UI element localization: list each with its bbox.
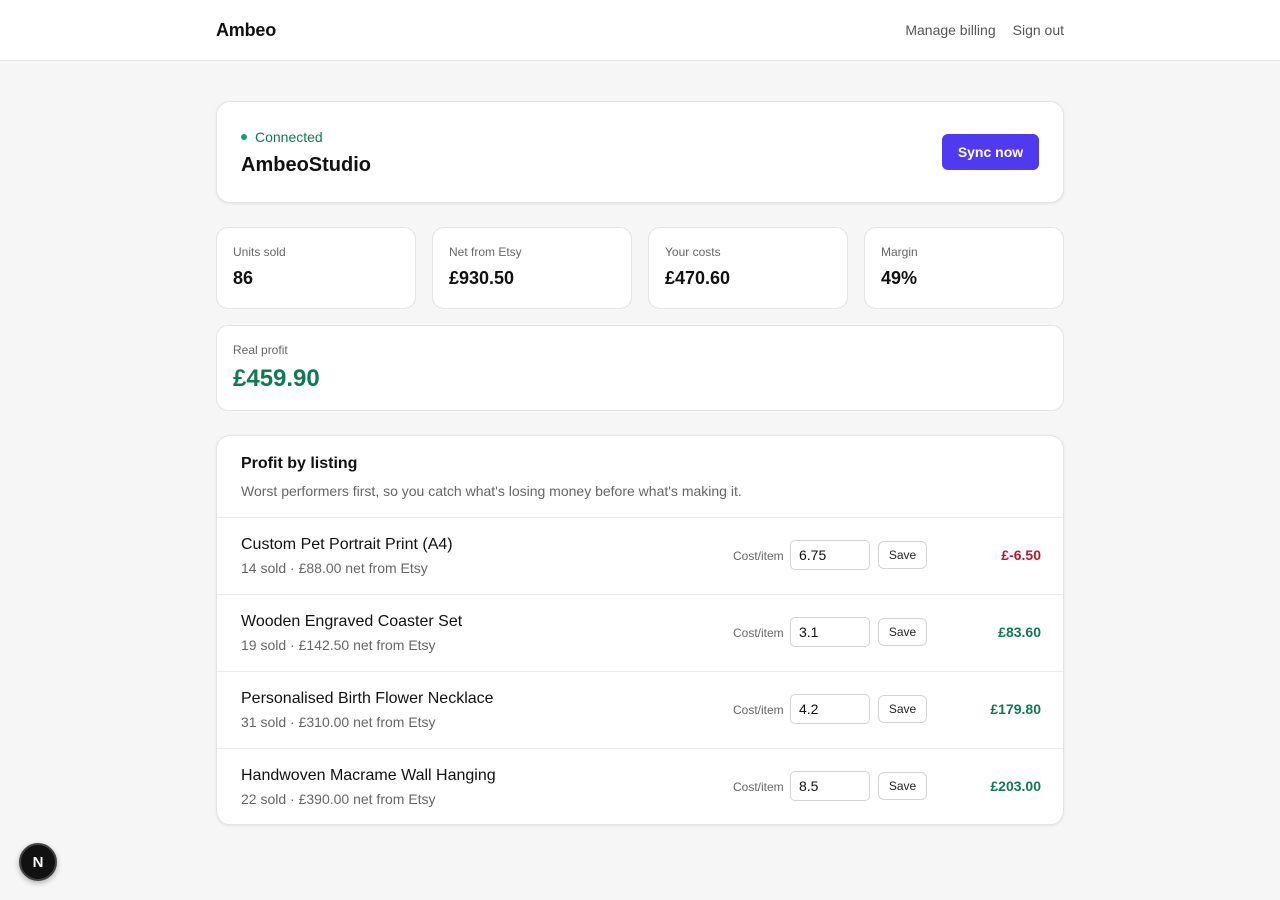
listing-meta: 19 sold · £142.50 net from Etsy bbox=[241, 637, 436, 653]
stat-net-from-etsy: Net from Etsy £930.50 bbox=[432, 227, 632, 309]
save-cost-button[interactable]: Save bbox=[878, 772, 927, 800]
status-text: Connected bbox=[255, 129, 323, 145]
stat-label: Margin bbox=[881, 245, 918, 259]
top-bar-inner: Ambeo Manage billing Sign out bbox=[216, 0, 1064, 60]
connection-status: Connected bbox=[241, 129, 323, 145]
cost-per-item-input[interactable] bbox=[790, 617, 870, 647]
cost-per-item-input[interactable] bbox=[790, 694, 870, 724]
listings-subtitle: Worst performers first, so you catch wha… bbox=[241, 483, 742, 499]
listing-name: Handwoven Macrame Wall Hanging bbox=[241, 767, 496, 784]
top-nav: Manage billing Sign out bbox=[905, 22, 1064, 38]
listing-profit: £179.80 bbox=[990, 701, 1041, 717]
listing-meta: 14 sold · £88.00 net from Etsy bbox=[241, 560, 428, 576]
stat-value: 49% bbox=[881, 268, 918, 288]
listing-name: Personalised Birth Flower Necklace bbox=[241, 690, 494, 707]
listing-name: Custom Pet Portrait Print (A4) bbox=[241, 536, 453, 553]
save-cost-button[interactable]: Save bbox=[878, 541, 927, 569]
real-profit-card: Real profit £459.90 bbox=[216, 325, 1064, 411]
cost-per-item-input[interactable] bbox=[790, 771, 870, 801]
listing-profit: £-6.50 bbox=[1001, 547, 1041, 563]
stat-label: Your costs bbox=[665, 245, 721, 259]
listing-name: Wooden Engraved Coaster Set bbox=[241, 613, 463, 630]
listing-row: Custom Pet Portrait Print (A4) 14 sold ·… bbox=[217, 518, 1063, 595]
top-bar: Ambeo Manage billing Sign out bbox=[0, 0, 1280, 61]
listing-profit: £203.00 bbox=[990, 778, 1041, 794]
listings-title: Profit by listing bbox=[241, 455, 358, 472]
stat-label: Units sold bbox=[233, 245, 286, 259]
cost-per-item-label: Cost/item bbox=[733, 626, 784, 640]
listing-meta: 31 sold · £310.00 net from Etsy bbox=[241, 714, 436, 730]
real-profit-value: £459.90 bbox=[233, 365, 320, 392]
save-cost-button[interactable]: Save bbox=[878, 695, 927, 723]
stat-value: 86 bbox=[233, 268, 254, 288]
manage-billing-link[interactable]: Manage billing bbox=[905, 22, 995, 38]
cost-per-item-label: Cost/item bbox=[733, 780, 784, 794]
save-cost-button[interactable]: Save bbox=[878, 618, 927, 646]
stat-your-costs: Your costs £470.60 bbox=[648, 227, 848, 309]
listings-header: Profit by listing Worst performers first… bbox=[217, 436, 1063, 518]
stat-margin: Margin 49% bbox=[864, 227, 1064, 309]
listing-row: Handwoven Macrame Wall Hanging 22 sold ·… bbox=[217, 749, 1063, 824]
status-dot-icon bbox=[241, 134, 247, 140]
stat-label: Net from Etsy bbox=[449, 245, 522, 259]
cost-per-item-input[interactable] bbox=[790, 540, 870, 570]
listing-profit: £83.60 bbox=[998, 624, 1041, 640]
shop-name: AmbeoStudio bbox=[241, 154, 371, 176]
shop-card: Connected AmbeoStudio Sync now bbox=[216, 101, 1064, 203]
sync-now-button[interactable]: Sync now bbox=[942, 134, 1039, 170]
sign-out-link[interactable]: Sign out bbox=[1013, 22, 1064, 38]
real-profit-label: Real profit bbox=[233, 343, 288, 357]
stat-value: £930.50 bbox=[449, 268, 515, 288]
cost-per-item-label: Cost/item bbox=[733, 549, 784, 563]
brand-logo[interactable]: Ambeo bbox=[216, 20, 276, 41]
listing-row: Personalised Birth Flower Necklace 31 so… bbox=[217, 672, 1063, 749]
listing-row: Wooden Engraved Coaster Set 19 sold · £1… bbox=[217, 595, 1063, 672]
cost-per-item-label: Cost/item bbox=[733, 703, 784, 717]
profit-by-listing-card: Profit by listing Worst performers first… bbox=[216, 435, 1064, 825]
listing-meta: 22 sold · £390.00 net from Etsy bbox=[241, 791, 436, 807]
stat-units-sold: Units sold 86 bbox=[216, 227, 416, 309]
stat-value: £470.60 bbox=[665, 268, 731, 288]
nextjs-dev-badge-icon[interactable]: N bbox=[19, 843, 57, 881]
